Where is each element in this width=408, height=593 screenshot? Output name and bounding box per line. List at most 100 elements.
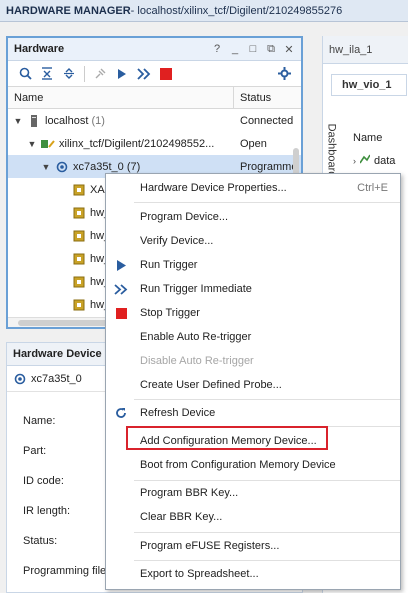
tree-status: Connected [240,114,294,127]
menu-item-boot-from-config-memory[interactable]: Boot from Configuration Memory Device [106,454,402,476]
menu-item-refresh-device[interactable]: Refresh Device [106,402,402,424]
menu-item-disable-auto-retrigger: Disable Auto Re-trigger [106,350,402,372]
tab-hw-vio-1[interactable]: hw_vio_1 [331,74,407,96]
highlight-annotation [126,426,328,450]
menu-item-label: Enable Auto Re-trigger [140,331,252,343]
refresh-icon [106,407,136,419]
dashboard-tab-strip: hw_ila_1 [323,36,408,64]
menu-item-program-efuse[interactable]: Program eFUSE Registers... [106,535,402,557]
hardware-panel-title: Hardware [14,43,65,55]
menu-divider [134,399,400,400]
column-status[interactable]: Status [234,87,271,108]
stop-trigger-icon [106,307,136,319]
tree-label: xc7a35t_0 [73,160,124,173]
server-icon [27,114,41,128]
chip-icon [55,160,69,174]
prop-label: ID code: [23,475,64,487]
prop-label: IR length: [23,505,71,517]
menu-item-label: Program BBR Key... [140,487,239,499]
menu-divider [134,560,400,561]
tree-label: xilinx_tcf/Digilent/2102498552... [59,137,215,150]
prop-label: Part: [23,445,47,457]
menu-item-label: Hardware Device Properties... [140,182,287,194]
debug-core-icon [72,275,86,289]
menu-item-label: Program eFUSE Registers... [140,540,280,552]
debug-core-icon [72,252,86,266]
menu-item-label: Clear BBR Key... [140,511,223,523]
menu-item-device-properties[interactable]: Hardware Device Properties... Ctrl+E [106,177,402,199]
chevron-right-icon[interactable]: › [353,156,356,166]
device-name: xc7a35t_0 [31,372,82,385]
menu-item-label: Run Trigger [140,259,198,271]
menu-item-label: Program Device... [140,211,229,223]
menu-item-label: Stop Trigger [140,307,200,319]
run-trigger-icon [106,259,136,271]
prop-label: Name: [23,415,56,427]
prop-label: Programming file [23,565,107,577]
tree-status: Programme [240,160,298,173]
menu-item-program-device[interactable]: Program Device... [106,206,402,228]
menu-item-create-probe[interactable]: Create User Defined Probe... [106,374,402,396]
hardware-tree-header: Name Status [8,87,301,109]
chip-icon [13,372,27,386]
tab-hw-ila-1[interactable]: hw_ila_1 [329,44,372,56]
menu-item-label: Run Trigger Immediate [140,283,252,295]
tree-count: (1) [91,114,105,127]
auto-connect-icon[interactable] [89,63,111,85]
expand-all-icon[interactable] [58,63,80,85]
prop-label: Status: [23,535,58,547]
run-trigger-icon[interactable] [111,63,133,85]
menu-item-label: Refresh Device [140,407,216,419]
device-panel-title: Hardware Device [13,348,102,360]
connection-path: - localhost/xilinx_tcf/Digilent/21024985… [130,4,343,17]
window-title-bar: HARDWARE MANAGER - localhost/xilinx_tcf/… [0,0,408,22]
context-menu: Hardware Device Properties... Ctrl+E Pro… [105,173,401,590]
stop-trigger-icon[interactable] [155,63,177,85]
menu-item-label: Create User Defined Probe... [140,379,282,391]
menu-divider [134,202,400,203]
tree-status: Open [240,137,267,150]
menu-item-verify-device[interactable]: Verify Device... [106,230,402,252]
close-icon[interactable]: ✕ [283,43,295,56]
menu-item-run-trigger[interactable]: Run Trigger [106,254,402,276]
tree-label: localhost [45,114,89,127]
chevron-down-icon[interactable]: ▼ [40,162,52,172]
collapse-all-icon[interactable] [36,63,58,85]
menu-item-run-trigger-immediate[interactable]: Run Trigger Immediate [106,278,402,300]
debug-core-icon [72,183,86,197]
menu-item-export-spreadsheet[interactable]: Export to Spreadsheet... [106,563,402,585]
menu-divider [134,532,400,533]
run-trigger-immediate-icon[interactable] [133,63,155,85]
chevron-down-icon[interactable]: ▼ [12,116,24,126]
menu-item-clear-bbr-key[interactable]: Clear BBR Key... [106,506,402,528]
probe-icon [359,154,371,167]
search-icon[interactable] [14,63,36,85]
probe-row[interactable]: › data [353,154,395,167]
toolbar-divider [84,65,85,82]
float-icon[interactable]: ⧉ [265,43,277,56]
maximize-icon[interactable]: □ [247,43,259,56]
app-title: HARDWARE MANAGER [6,4,131,17]
chevron-down-icon[interactable]: ▼ [26,139,38,149]
probe-name-header: Name [353,132,383,144]
menu-divider [134,480,400,481]
menu-item-program-bbr-key[interactable]: Program BBR Key... [106,482,402,504]
tree-row-cable[interactable]: ▼ xilinx_tcf/Digilent/2102498552... Open [8,132,301,155]
column-name[interactable]: Name [8,87,234,108]
menu-shortcut: Ctrl+E [357,182,388,194]
help-icon[interactable]: ? [211,43,223,56]
debug-core-icon [72,298,86,312]
minimize-icon[interactable]: _ [229,43,241,56]
gear-icon[interactable] [273,63,295,85]
debug-core-icon [72,229,86,243]
tree-count: (7) [126,160,141,173]
cable-icon [41,137,55,151]
menu-item-label: Disable Auto Re-trigger [140,355,254,367]
run-trigger-immediate-icon [106,283,136,295]
tree-row-localhost[interactable]: ▼ localhost (1) Connected [8,109,301,132]
menu-item-label: Export to Spreadsheet... [140,568,259,580]
hardware-panel-header: Hardware ? _ □ ⧉ ✕ [8,38,301,61]
hardware-toolbar [8,61,301,87]
menu-item-enable-auto-retrigger[interactable]: Enable Auto Re-trigger [106,326,402,348]
menu-item-stop-trigger[interactable]: Stop Trigger [106,302,402,324]
